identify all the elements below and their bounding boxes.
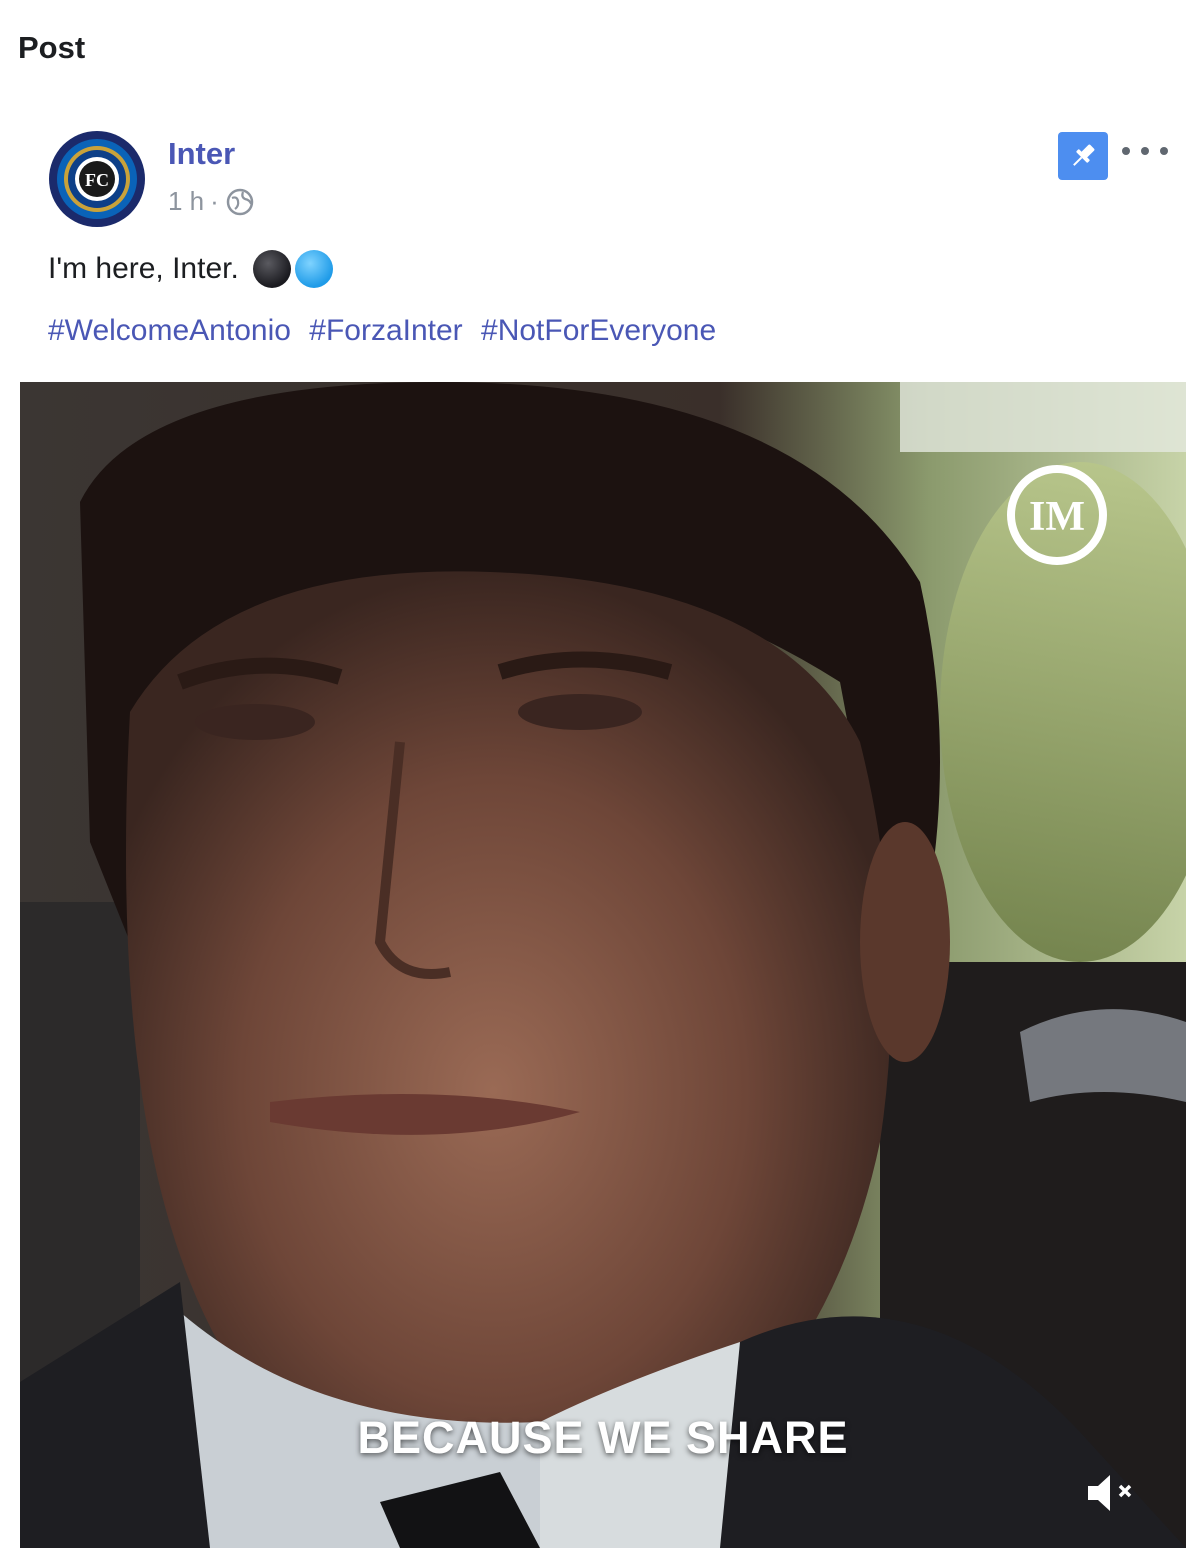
mute-button[interactable] xyxy=(1084,1470,1140,1516)
section-title: Post xyxy=(18,30,86,65)
globe-icon[interactable] xyxy=(225,187,255,217)
more-options-icon-dot xyxy=(1122,147,1130,155)
timestamp-link[interactable]: 1 h xyxy=(168,186,204,217)
pin-button[interactable] xyxy=(1058,132,1108,180)
page-avatar[interactable]: FC xyxy=(48,130,146,228)
black-circle-emoji-icon xyxy=(252,250,291,288)
page-name-link[interactable]: Inter xyxy=(168,136,235,172)
more-options-icon-dot xyxy=(1141,147,1149,155)
more-options-icon-dot xyxy=(1160,147,1168,155)
more-options-button[interactable] xyxy=(1122,138,1168,164)
hashtag-link[interactable]: #ForzaInter xyxy=(309,314,462,347)
mute-icon xyxy=(1088,1475,1132,1511)
svg-text:IM: IM xyxy=(1029,494,1085,540)
hashtag-link[interactable]: #NotForEveryone xyxy=(481,314,716,347)
video-player[interactable]: IM BECAUSE WE SHARE xyxy=(20,382,1186,1548)
hashtag-link[interactable]: #WelcomeAntonio xyxy=(48,314,291,347)
pin-icon xyxy=(1073,144,1095,166)
post-meta: 1 h · xyxy=(168,186,255,217)
post-text: I'm here, Inter. xyxy=(48,250,333,288)
hashtag-list: #WelcomeAntonio #ForzaInter #NotForEvery… xyxy=(48,314,726,348)
inter-logo-icon: IM xyxy=(1002,460,1112,570)
inter-logo-icon: FC xyxy=(49,131,145,227)
blue-circle-emoji-icon xyxy=(294,250,333,288)
svg-text:FC: FC xyxy=(85,170,109,190)
meta-separator: · xyxy=(210,186,219,216)
post-message: I'm here, Inter. xyxy=(48,252,239,285)
video-caption: BECAUSE WE SHARE xyxy=(357,1412,849,1463)
